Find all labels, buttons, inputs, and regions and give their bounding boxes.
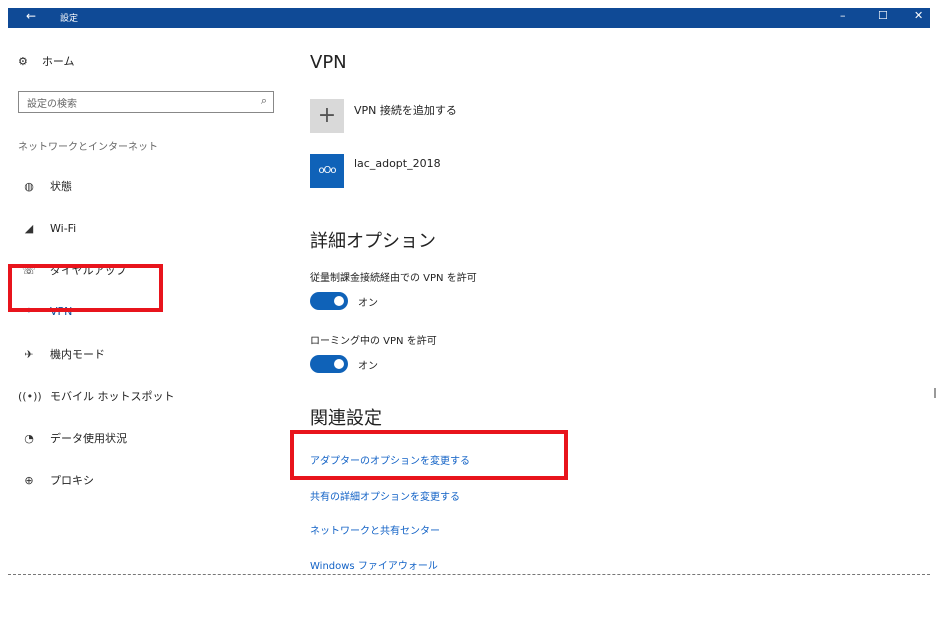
search-input[interactable]: 設定の検索 ⌕	[18, 91, 274, 113]
wifi-icon: ◢	[24, 221, 34, 235]
gear-icon: ⚙	[18, 54, 28, 68]
roaming-toggle-state: オン	[358, 361, 378, 372]
data-usage-icon: ◔	[24, 431, 34, 445]
search-placeholder: 設定の検索	[27, 99, 77, 110]
sidebar-item-label: モバイル ホットスポット	[50, 390, 175, 403]
sidebar-item-label: Wi-Fi	[50, 221, 77, 235]
sidebar-item-label: プロキシ	[50, 474, 94, 487]
highlight-box-vpn	[8, 264, 163, 312]
metered-toggle[interactable]	[310, 292, 348, 310]
vpn-connection-name[interactable]: lac_adopt_2018	[354, 157, 441, 170]
related-settings-heading: 関連設定	[310, 408, 382, 429]
search-icon: ⌕	[260, 94, 267, 107]
highlight-box-adapter	[290, 430, 568, 480]
airplane-icon: ✈	[24, 347, 34, 361]
metered-toggle-state: オン	[358, 298, 378, 309]
globe-icon: ◍	[24, 179, 34, 193]
window-title: 設定	[60, 14, 79, 24]
maximize-icon[interactable]: ☐	[878, 9, 888, 22]
sidebar-item-airplane[interactable]: ✈ 機内モード	[0, 339, 105, 369]
dashed-divider	[8, 574, 930, 575]
section-label: ネットワークとインターネット	[18, 142, 158, 153]
advanced-sharing-options-link[interactable]: 共有の詳細オプションを変更する	[310, 488, 460, 503]
vpn-connection-tile[interactable]: oOo	[310, 154, 344, 188]
add-vpn-label[interactable]: VPN 接続を追加する	[354, 102, 457, 118]
scrollbar-mark[interactable]	[934, 388, 936, 398]
windows-firewall-link[interactable]: Windows ファイアウォール	[310, 557, 438, 572]
sidebar-home-label: ホーム	[41, 55, 75, 68]
sidebar-item-label: データ使用状況	[50, 432, 127, 445]
sidebar-item-status[interactable]: ◍ 状態	[0, 171, 72, 201]
roaming-option-label: ローミング中の VPN を許可	[310, 336, 437, 347]
advanced-options-heading: 詳細オプション	[310, 231, 436, 252]
metered-option-label: 従量制課金接続経由での VPN を許可	[310, 273, 477, 284]
sidebar-home[interactable]: ⚙ ホーム	[18, 53, 75, 69]
network-sharing-center-link[interactable]: ネットワークと共有センター	[310, 522, 440, 537]
hotspot-icon: ((•))	[18, 389, 42, 403]
sidebar-item-label: 機内モード	[50, 348, 105, 361]
plus-icon: +	[317, 103, 337, 128]
sidebar-item-hotspot[interactable]: ((•)) モバイル ホットスポット	[0, 381, 175, 411]
title-bar: ← 設定 – ☐ ✕	[8, 8, 930, 28]
roaming-toggle[interactable]	[310, 355, 348, 373]
add-vpn-button[interactable]: +	[310, 99, 344, 133]
sidebar-item-label: 状態	[50, 180, 72, 193]
vpn-connection-icon: oOo	[318, 165, 336, 176]
toggle-knob	[334, 296, 344, 306]
minimize-icon[interactable]: –	[840, 9, 846, 22]
back-arrow-icon[interactable]: ←	[26, 9, 36, 23]
toggle-knob	[334, 359, 344, 369]
close-icon[interactable]: ✕	[914, 9, 923, 22]
sidebar-item-data-usage[interactable]: ◔ データ使用状況	[0, 423, 127, 453]
vpn-heading: VPN	[310, 52, 347, 73]
sidebar-item-proxy[interactable]: ⊕ プロキシ	[0, 465, 94, 495]
sidebar-item-wifi[interactable]: ◢ Wi-Fi	[0, 213, 76, 243]
proxy-icon: ⊕	[24, 473, 34, 487]
